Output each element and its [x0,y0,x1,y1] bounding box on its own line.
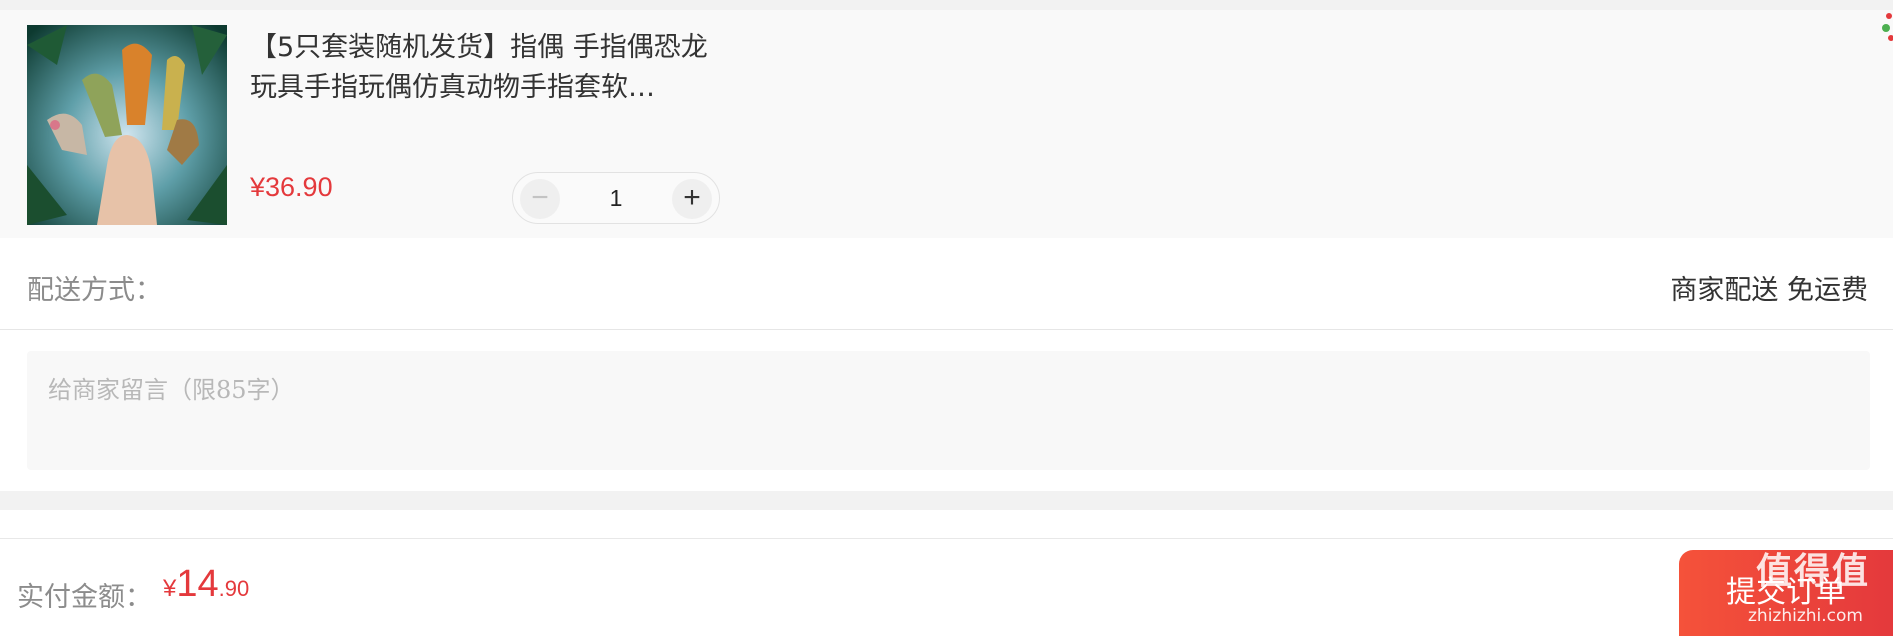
total-amount-decimal: .90 [218,576,250,601]
shipping-method-value: 商家配送 免运费 [1670,275,1868,306]
product-price: ¥36.90 [250,172,333,202]
total-amount-integer: 14 [176,563,219,605]
quantity-stepper: − 1 + [512,172,720,224]
section-divider [0,491,1893,510]
submit-order-button[interactable]: 提交订单 [1679,550,1893,636]
seller-message-box [27,351,1870,470]
product-thumbnail[interactable] [27,25,227,225]
decrease-quantity-button[interactable]: − [520,179,560,219]
plus-icon: + [683,181,701,214]
decoration-corner-icon [1880,10,1893,44]
quantity-value[interactable]: 1 [573,185,659,212]
total-currency: ¥ [163,575,177,602]
seller-message-input[interactable] [48,370,1849,451]
top-divider [0,0,1893,10]
product-title[interactable]: 【5只套装随机发货】指偶 手指偶恐龙玩具手指玩偶仿真动物手指套软… [250,28,710,108]
total-amount: ¥14.90 [163,563,249,606]
increase-quantity-button[interactable]: + [672,179,712,219]
minus-icon: − [531,181,549,214]
shipping-method-row[interactable]: 配送方式： 商家配送 免运费 [0,238,1893,330]
total-label: 实付金额： [17,582,152,613]
finger-puppet-image-icon [27,25,227,225]
product-card: 【5只套装随机发货】指偶 手指偶恐龙玩具手指玩偶仿真动物手指套软… ¥36.90… [0,10,1893,238]
shipping-method-label: 配送方式： [27,275,162,306]
checkout-bar: 实付金额： ¥14.90 提交订单 [0,538,1893,636]
